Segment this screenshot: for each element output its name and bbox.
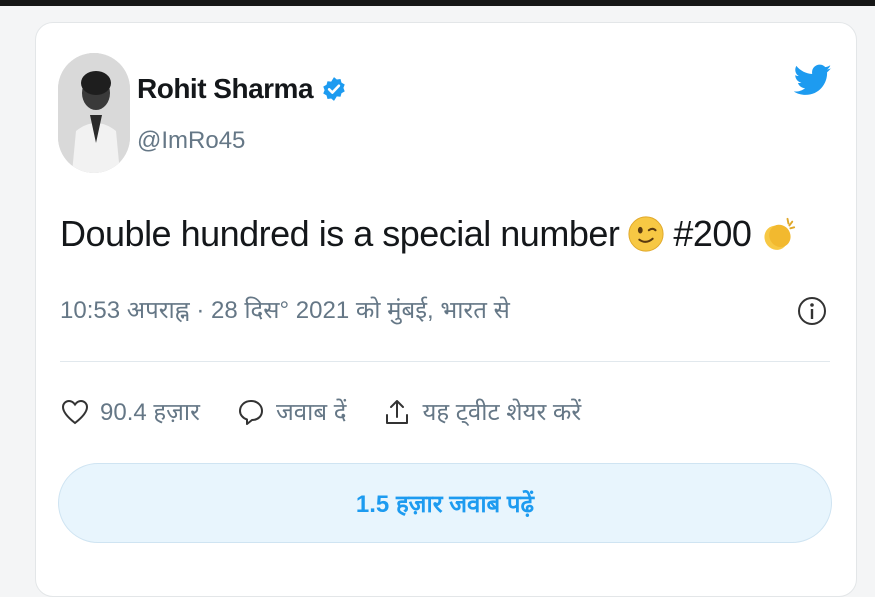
like-count: 90.4 हज़ार [100, 399, 200, 426]
like-button[interactable]: 90.4 हज़ार [60, 395, 200, 428]
tweet-hashtag[interactable]: #200 [673, 213, 752, 255]
read-replies-button[interactable]: 1.5 हज़ार जवाब पढ़ें [58, 463, 832, 543]
reply-bubble-icon [238, 399, 263, 425]
tweet-actions: 90.4 हज़ार जवाब दें यह ट्वीट शेयर करें [60, 395, 617, 428]
tweet-timestamp[interactable]: 10:53 अपराह्न · 28 दिस° 2021 को मुंबई, भ… [60, 293, 510, 326]
share-button[interactable]: यह ट्वीट शेयर करें [382, 395, 581, 428]
read-replies-label: 1.5 हज़ार जवाब पढ़ें [355, 490, 535, 518]
share-upload-icon [386, 399, 409, 424]
author-name-row: Rohit Sharma [137, 73, 347, 105]
tweet-text: Double hundred is a special number #200 [60, 213, 805, 255]
divider [60, 361, 830, 362]
author-handle[interactable]: @ImRo45 [137, 127, 245, 155]
avatar[interactable] [58, 53, 130, 173]
top-border [0, 0, 875, 6]
share-label: यह ट्वीट शेयर करें [422, 399, 582, 426]
heart-icon [61, 399, 89, 424]
author-name[interactable]: Rohit Sharma [137, 73, 314, 105]
reply-label: जवाब दें [275, 399, 347, 426]
twitter-bird-icon[interactable] [794, 61, 832, 99]
reply-button[interactable]: जवाब दें [236, 395, 346, 428]
info-icon[interactable] [796, 295, 828, 327]
winking-face-emoji-icon [628, 216, 664, 252]
tweet-text-body: Double hundred is a special number [60, 213, 620, 254]
verified-badge-icon [323, 77, 345, 101]
tweet-card: Rohit Sharma @ImRo45 Double hundred is a… [35, 22, 857, 597]
clapping-hands-emoji-icon [764, 217, 796, 250]
